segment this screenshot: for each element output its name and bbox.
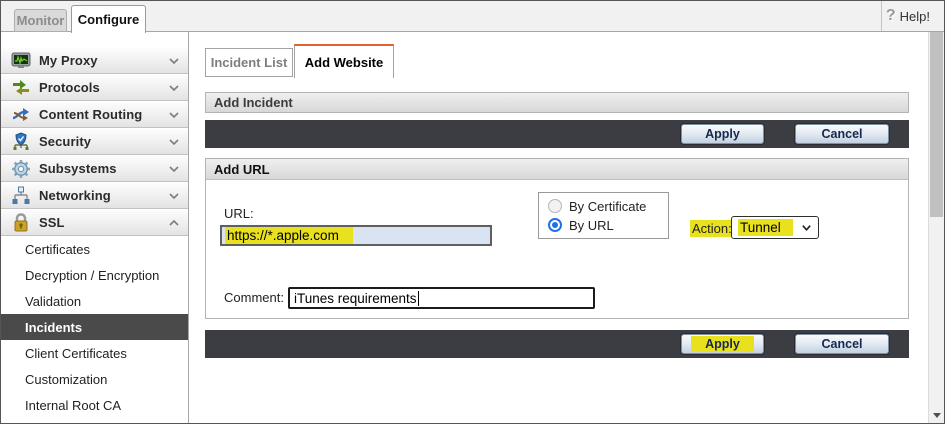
action-dropdown[interactable]: Tunnel: [731, 216, 819, 239]
apply-button-bottom[interactable]: Apply: [681, 334, 764, 354]
sidebar-item-customization[interactable]: Customization: [1, 366, 188, 392]
sidebar-item-client-certificates[interactable]: Client Certificates: [1, 340, 188, 366]
sidebar-item-label: Protocols: [39, 80, 100, 95]
sidebar-item-internal-root-ca[interactable]: Internal Root CA: [1, 392, 188, 418]
tab-incident-list[interactable]: Incident List: [205, 48, 293, 77]
network-tree-icon: [9, 186, 33, 206]
action-selected-value: Tunnel: [738, 219, 793, 236]
add-url-header: Add URL: [206, 159, 908, 180]
chevron-up-icon: [169, 219, 179, 226]
sidebar-item-networking[interactable]: Networking: [1, 182, 188, 209]
radio-on-icon: [548, 218, 562, 232]
apply-button-top[interactable]: Apply: [681, 124, 764, 144]
add-url-groupbox: Add URL URL: https://*.apple.com By Cert…: [205, 158, 909, 319]
match-type-radio-group: By Certificate By URL: [538, 192, 669, 239]
bottom-action-toolbar: Apply Cancel: [205, 330, 909, 358]
sidebar-item-certificates[interactable]: Certificates: [1, 236, 188, 262]
question-mark-icon: ?: [885, 7, 896, 24]
tab-monitor[interactable]: Monitor: [14, 9, 67, 32]
radio-off-icon: [548, 199, 562, 213]
sidebar-item-decryption-encryption[interactable]: Decryption / Encryption: [1, 262, 188, 288]
sidebar-item-label: Security: [39, 134, 92, 149]
url-value: https://*.apple.com: [225, 227, 353, 244]
sidebar-item-incidents[interactable]: Incidents: [1, 314, 188, 340]
chevron-down-icon: [169, 111, 179, 118]
chevron-down-icon: [169, 138, 179, 145]
text-caret: [417, 290, 420, 306]
scrollbar-thumb[interactable]: [930, 32, 943, 217]
sidebar-item-label: Content Routing: [39, 107, 143, 122]
cancel-button-top[interactable]: Cancel: [795, 124, 889, 144]
chevron-down-icon: [169, 57, 179, 64]
url-label: URL:: [224, 206, 254, 221]
comment-input[interactable]: iTunes requirements: [288, 287, 595, 309]
proxy-admin-console: Monitor Configure ? Help! My Proxy Proto…: [0, 0, 945, 424]
vertical-scrollbar[interactable]: [928, 32, 944, 423]
top-action-toolbar: Apply Cancel: [205, 120, 909, 148]
tab-add-website[interactable]: Add Website: [294, 44, 394, 78]
comment-value: iTunes requirements: [294, 290, 417, 306]
sidebar-item-protocols[interactable]: Protocols: [1, 74, 188, 101]
monitor-waveform-icon: [9, 51, 33, 71]
comment-label: Comment:: [224, 290, 284, 305]
action-label: Action:: [690, 220, 734, 237]
add-incident-header: Add Incident: [205, 92, 909, 113]
sidebar-item-ssl[interactable]: SSL: [1, 209, 188, 236]
help-button[interactable]: ? Help!: [880, 1, 934, 31]
shield-icon: [9, 132, 33, 152]
url-input[interactable]: https://*.apple.com: [220, 225, 492, 246]
sidebar-item-my-proxy[interactable]: My Proxy: [1, 47, 188, 74]
sidebar-item-subsystems[interactable]: Subsystems: [1, 155, 188, 182]
radio-by-certificate[interactable]: By Certificate: [548, 199, 668, 214]
main-content: Incident List Add Website Add Incident A…: [189, 32, 928, 423]
transfer-arrows-icon: [9, 78, 33, 98]
sidebar-item-label: My Proxy: [39, 53, 98, 68]
ssl-subsection: Certificates Decryption / Encryption Val…: [1, 236, 188, 418]
cancel-button-bottom[interactable]: Cancel: [795, 334, 889, 354]
help-label: Help!: [899, 8, 930, 24]
sidebar-item-validation[interactable]: Validation: [1, 288, 188, 314]
sidebar-item-label: Subsystems: [39, 161, 117, 176]
scroll-down-button[interactable]: [929, 407, 944, 423]
top-tab-bar: Monitor Configure ? Help!: [1, 1, 944, 33]
sidebar-item-label: Networking: [39, 188, 111, 203]
chevron-down-icon: [169, 165, 179, 172]
chevron-down-icon: [802, 225, 811, 232]
sidebar-item-content-routing[interactable]: Content Routing: [1, 101, 188, 128]
radio-label: By URL: [569, 217, 614, 233]
radio-by-url[interactable]: By URL: [548, 218, 668, 233]
chevron-down-icon: [169, 192, 179, 199]
sidebar-item-label: SSL: [39, 215, 65, 230]
padlock-icon: [9, 213, 33, 233]
sidebar-item-security[interactable]: Security: [1, 128, 188, 155]
sidebar: My Proxy Protocols Content Routing Secur…: [1, 32, 189, 423]
chevron-down-icon: [169, 84, 179, 91]
gear-icon: [9, 159, 33, 179]
radio-label: By Certificate: [569, 198, 647, 214]
shuffle-arrows-icon: [9, 105, 33, 125]
tab-configure[interactable]: Configure: [71, 5, 146, 33]
